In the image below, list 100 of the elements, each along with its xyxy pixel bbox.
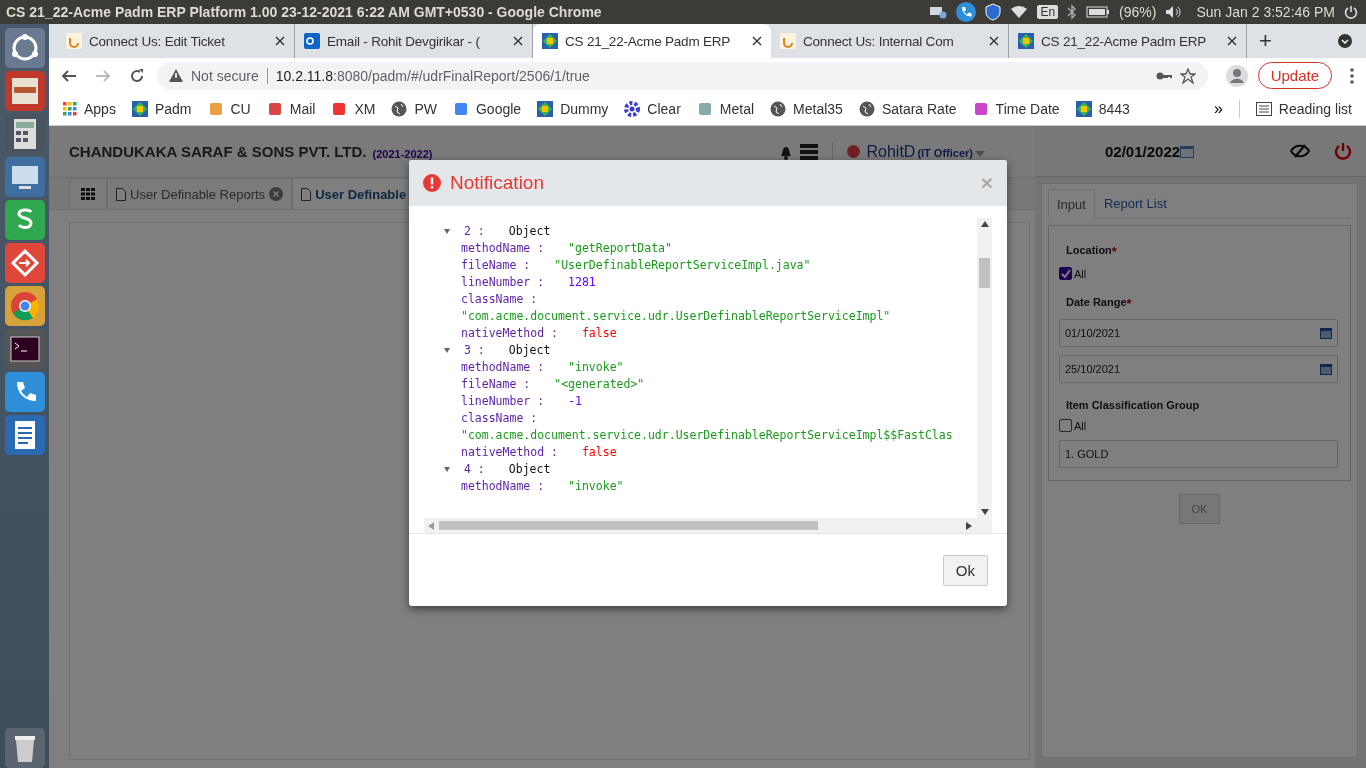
battery-icon[interactable] <box>1086 6 1111 18</box>
server-icon[interactable] <box>800 143 819 160</box>
calendar-icon[interactable] <box>1320 363 1332 375</box>
reading-list-button[interactable]: Reading list <box>1255 101 1352 117</box>
bookmark[interactable]: Metal <box>696 101 755 117</box>
volume-icon[interactable] <box>1165 5 1184 19</box>
status-dot-icon <box>847 145 861 158</box>
document-icon[interactable] <box>4 415 45 455</box>
mail-icon <box>304 33 320 49</box>
profile-icon[interactable] <box>1225 64 1248 87</box>
calculator-icon[interactable] <box>4 114 45 154</box>
scroll-right-icon[interactable] <box>966 521 972 530</box>
reload-icon[interactable] <box>129 67 145 84</box>
browser-tab[interactable]: CS 21_22-Acme Padm ERP <box>533 24 771 58</box>
tab-search-icon[interactable] <box>1338 34 1352 48</box>
browser-icon[interactable] <box>4 286 45 326</box>
tiles-icon <box>542 33 558 49</box>
close-icon[interactable] <box>1227 36 1237 46</box>
bookmark[interactable]: Metal35 <box>770 101 843 117</box>
wifi-icon[interactable] <box>1010 5 1029 19</box>
ok-button[interactable]: Ok <box>942 554 988 586</box>
gear-icon <box>624 101 641 117</box>
diamond-arrows-icon[interactable] <box>4 243 45 283</box>
bookmark[interactable]: XM <box>331 101 376 117</box>
json-index: 4 : <box>464 461 485 478</box>
close-icon[interactable] <box>513 36 523 46</box>
scroll-down-icon[interactable] <box>980 509 989 515</box>
grid-menu-button[interactable] <box>69 178 107 209</box>
address-field[interactable]: Not secure 10.2.11.8:8080/padm/#/udrFinalReport/2506/1/true <box>157 61 1208 90</box>
bookmark[interactable]: Dummy <box>537 101 609 117</box>
bluetooth-icon[interactable] <box>1067 4 1078 20</box>
keyboard-layout[interactable]: En <box>1037 5 1059 19</box>
close-icon[interactable] <box>275 36 285 46</box>
close-icon[interactable] <box>989 36 999 46</box>
required-mark: * <box>1111 244 1117 259</box>
key-icon[interactable] <box>1155 70 1172 81</box>
json-value: "getReportData" <box>568 240 672 257</box>
update-button[interactable]: Update <box>1257 62 1332 89</box>
horizontal-scrollbar[interactable] <box>424 518 992 533</box>
grid-icon <box>81 188 95 200</box>
json-value: 1281 <box>568 274 596 291</box>
json-type: Object <box>508 223 551 240</box>
select-field[interactable]: 1. GOLD <box>1059 440 1338 468</box>
close-icon[interactable] <box>752 36 762 46</box>
json-value: "UserDefinableReportServiceImpl.java" <box>554 257 811 274</box>
bookmark[interactable]: Clear <box>624 101 681 117</box>
json-value: "<generated>" <box>554 376 645 393</box>
scroll-thumb[interactable] <box>439 521 818 530</box>
file-icon <box>301 187 312 201</box>
calendar-icon[interactable] <box>1320 327 1332 339</box>
bookmark[interactable]: Apps <box>63 101 116 117</box>
trash-icon[interactable] <box>4 728 45 768</box>
bookmark[interactable]: PW <box>391 101 437 117</box>
scroll-thumb[interactable] <box>979 258 990 288</box>
phone-icon[interactable] <box>4 372 45 412</box>
check-icon <box>1060 268 1071 279</box>
hidden-eye-icon[interactable] <box>1290 144 1310 158</box>
bookmark[interactable]: Time Date <box>972 101 1060 117</box>
panel-tab[interactable]: Input <box>1048 189 1095 219</box>
site-icon <box>331 101 348 117</box>
spreadsheet-icon[interactable] <box>4 200 45 240</box>
expand-arrow-icon[interactable] <box>444 229 450 234</box>
json-value: "com.acme.document.service.udr.UserDefinableReportServiceImpl$$FastClas <box>461 427 953 444</box>
field-label: Date Range <box>1066 296 1127 308</box>
calendar-icon[interactable] <box>1180 144 1195 158</box>
json-value: false <box>581 444 617 461</box>
expand-arrow-icon[interactable] <box>444 467 450 472</box>
star-icon[interactable] <box>1179 67 1196 84</box>
phone-icon[interactable] <box>956 2 977 22</box>
date-field[interactable]: 01/10/2021 <box>1059 319 1338 347</box>
bookmark[interactable]: Satara Rate <box>858 101 957 117</box>
user-menu[interactable]: RohitD(IT Officer) <box>866 142 985 161</box>
scroll-up-icon[interactable] <box>980 221 989 227</box>
shield-icon[interactable] <box>985 3 1002 21</box>
bookmark[interactable]: Padm <box>131 101 192 117</box>
ubuntu-logo-icon[interactable] <box>4 28 45 68</box>
date-field[interactable]: 25/10/2021 <box>1059 355 1338 383</box>
bookmark[interactable]: Mail <box>266 101 316 117</box>
monitor-icon[interactable] <box>4 157 45 197</box>
fiscal-year: (2021-2022) <box>372 147 433 160</box>
more-bookmarks-button[interactable]: » <box>1213 100 1223 118</box>
back-icon[interactable] <box>61 67 77 84</box>
terminal-icon[interactable] <box>4 329 45 369</box>
tiles-icon <box>1018 33 1034 49</box>
new-tab-button[interactable]: + <box>1247 24 1284 58</box>
bookmark[interactable]: CU <box>207 101 251 117</box>
expand-arrow-icon[interactable] <box>444 348 450 353</box>
checkbox[interactable] <box>1059 419 1072 432</box>
power-icon[interactable] <box>1344 5 1358 19</box>
bookmark[interactable]: Google <box>452 101 522 117</box>
logo-icon <box>780 33 796 49</box>
json-key: fileName : <box>461 257 531 274</box>
menu-icon[interactable] <box>1350 67 1354 84</box>
clock[interactable]: Sun Jan 2 3:52:46 PM <box>1196 4 1335 20</box>
bookmark[interactable]: 8443 <box>1075 101 1130 117</box>
network-icon[interactable] <box>929 5 948 19</box>
checkbox[interactable] <box>1059 267 1072 280</box>
vertical-scrollbar[interactable] <box>977 218 992 518</box>
file-cabinet-icon[interactable] <box>4 71 45 111</box>
json-value: false <box>581 325 617 342</box>
